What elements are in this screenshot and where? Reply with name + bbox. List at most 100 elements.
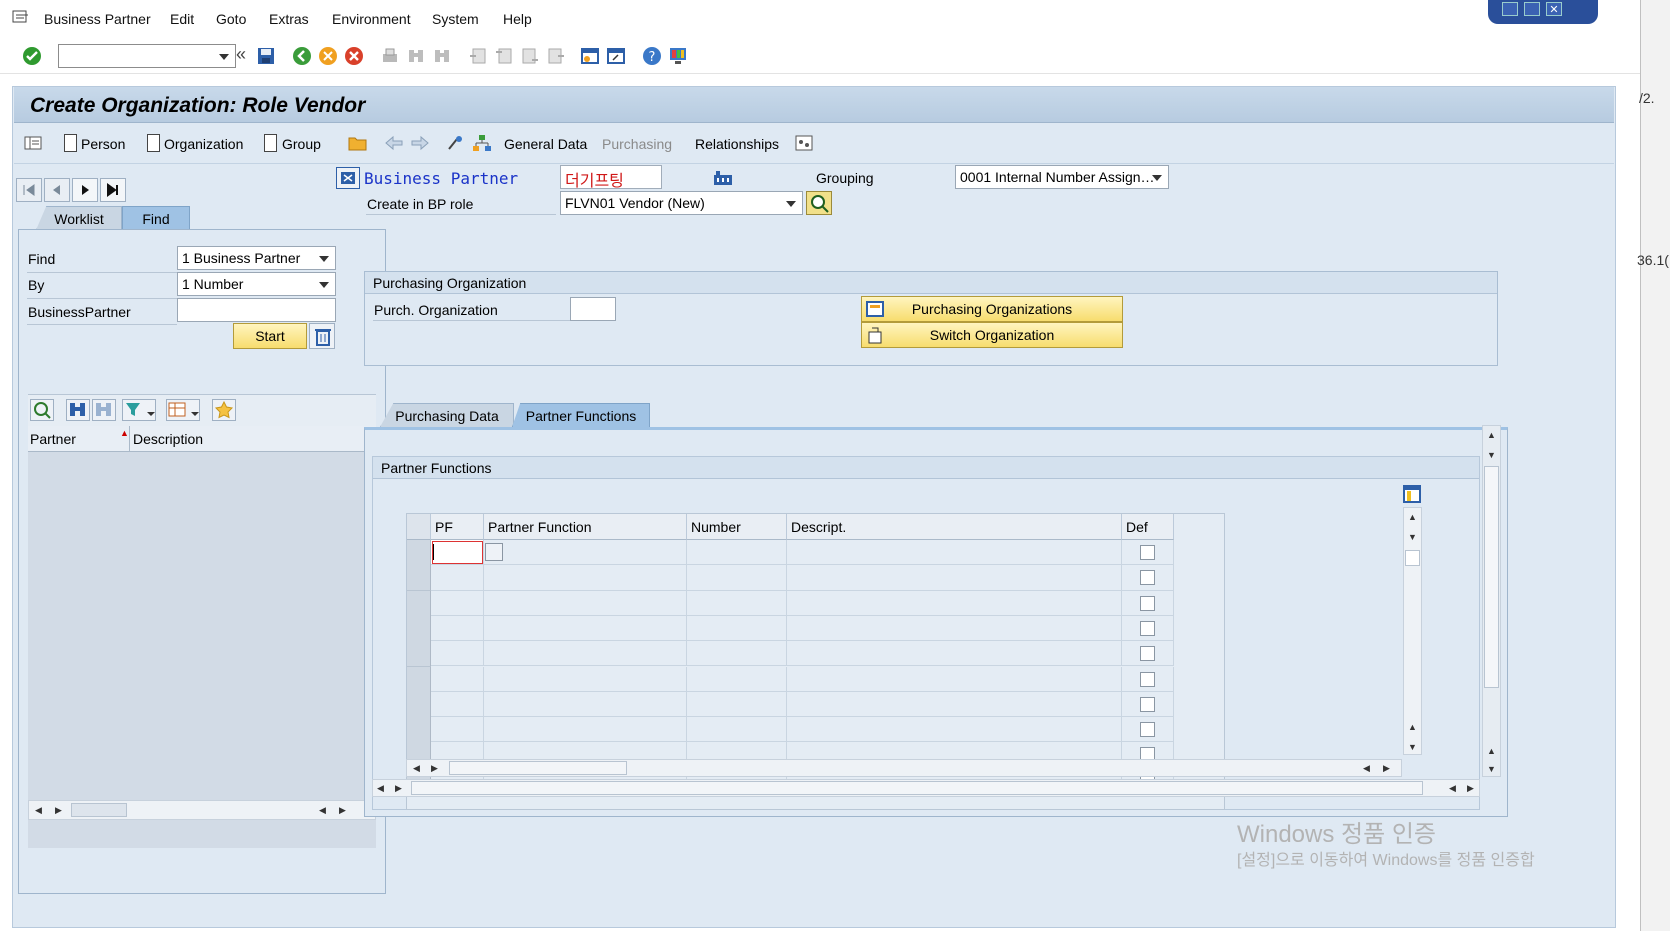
scroll-thumb[interactable]	[449, 761, 627, 775]
create-organization-button[interactable]: Organization	[164, 136, 243, 152]
exit-icon[interactable]	[318, 46, 338, 66]
start-button[interactable]: Start	[233, 323, 307, 349]
bp-role-dropdown[interactable]: FLVN01 Vendor (New)	[560, 191, 803, 215]
number-cell[interactable]	[687, 590, 787, 616]
row-selector[interactable]	[407, 540, 431, 566]
create-person-button[interactable]: Person	[81, 136, 125, 152]
description-cell[interactable]	[787, 590, 1122, 616]
menu-extras[interactable]: Extras	[269, 11, 309, 27]
default-checkbox[interactable]	[1140, 620, 1155, 636]
tab-find[interactable]: Find	[122, 206, 190, 230]
scroll-thumb[interactable]	[411, 781, 1423, 795]
relationships-button[interactable]: Relationships	[695, 136, 779, 152]
column-partner[interactable]: Partner	[30, 431, 76, 447]
default-checkbox[interactable]	[1140, 595, 1155, 611]
scroll-thumb[interactable]	[71, 803, 127, 817]
menu-system[interactable]: System	[432, 11, 479, 27]
description-cell[interactable]	[787, 641, 1122, 667]
column-default[interactable]: Def	[1122, 514, 1174, 540]
tab-worklist[interactable]: Worklist	[36, 206, 122, 230]
pf-cell[interactable]	[431, 641, 484, 667]
previous-item-button[interactable]	[44, 178, 70, 202]
default-cell[interactable]	[1122, 590, 1174, 616]
description-cell[interactable]	[787, 717, 1122, 743]
tab-hscrollbar[interactable]: ◀ ▶ ◀ ▶	[372, 779, 1480, 797]
column-description[interactable]: Descript.	[787, 514, 1122, 540]
description-cell[interactable]	[787, 615, 1122, 642]
layout-icon[interactable]	[166, 399, 200, 421]
locator-toggle-icon[interactable]	[24, 136, 42, 150]
partner-function-cell[interactable]	[484, 615, 687, 642]
hierarchy-icon[interactable]	[472, 134, 492, 152]
default-cell[interactable]	[1122, 615, 1174, 642]
select-all-cell[interactable]	[407, 514, 431, 540]
business-partner-input[interactable]	[177, 298, 336, 322]
column-number[interactable]: Number	[687, 514, 787, 540]
description-cell[interactable]	[787, 666, 1122, 692]
pf-cell[interactable]	[431, 615, 484, 642]
customize-layout-icon[interactable]	[668, 46, 688, 66]
tab-partner-functions[interactable]: Partner Functions	[512, 403, 650, 427]
previous-arrow-icon[interactable]	[384, 135, 404, 151]
find-next-list-icon[interactable]	[92, 399, 116, 421]
column-configuration-icon[interactable]	[1403, 485, 1421, 503]
default-cell[interactable]	[1122, 666, 1174, 692]
table-hscrollbar[interactable]: ◀ ▶ ◀ ▶	[406, 759, 1402, 777]
row-selector[interactable]	[407, 565, 431, 592]
default-checkbox[interactable]	[1140, 722, 1155, 738]
first-item-button[interactable]	[16, 178, 42, 202]
partner-function-cell[interactable]	[484, 691, 687, 718]
row-selector[interactable]	[407, 666, 431, 693]
general-data-button[interactable]: General Data	[504, 136, 587, 152]
bp-display-icon[interactable]	[336, 167, 360, 189]
collapse-command-icon[interactable]: «	[236, 44, 246, 65]
partner-function-cell[interactable]	[484, 717, 687, 743]
tab-purchasing-data[interactable]: Purchasing Data	[380, 403, 514, 427]
pf-cell[interactable]	[431, 691, 484, 718]
pf-cell[interactable]	[431, 565, 484, 591]
tab-vscrollbar[interactable]: ▲ ▼ ▲ ▼	[1482, 425, 1501, 777]
default-checkbox[interactable]	[1140, 646, 1155, 662]
filter-icon[interactable]	[122, 399, 156, 421]
table-vscrollbar[interactable]: ▲ ▼ ▲ ▼	[1403, 507, 1422, 755]
minimize-icon[interactable]	[1502, 2, 1518, 16]
menu-environment[interactable]: Environment	[332, 11, 411, 27]
system-menu-icon[interactable]	[12, 9, 30, 25]
menu-goto[interactable]: Goto	[216, 11, 246, 27]
next-item-button[interactable]	[72, 178, 98, 202]
description-cell[interactable]	[787, 691, 1122, 718]
find-list-icon[interactable]	[66, 399, 90, 421]
row-selector[interactable]	[407, 641, 431, 668]
column-pf[interactable]: PF	[431, 514, 484, 540]
row-selector[interactable]	[407, 691, 431, 718]
default-checkbox[interactable]	[1140, 671, 1155, 687]
change-role-icon[interactable]	[806, 191, 832, 215]
details-icon[interactable]	[30, 399, 54, 421]
result-list-hscrollbar[interactable]: ◀ ▶ ◀ ▶	[28, 800, 376, 820]
create-group-button[interactable]: Group	[282, 136, 321, 152]
save-icon[interactable]	[256, 46, 276, 66]
help-icon[interactable]: ?	[642, 46, 662, 66]
purch-org-input[interactable]	[570, 297, 616, 321]
default-cell[interactable]	[1122, 540, 1174, 566]
open-folder-icon[interactable]	[348, 134, 368, 152]
partner-function-cell[interactable]	[484, 540, 687, 566]
pf-cell[interactable]	[431, 590, 484, 616]
scroll-thumb[interactable]	[1405, 550, 1420, 566]
next-arrow-icon[interactable]	[410, 135, 430, 151]
clear-trash-icon[interactable]	[309, 323, 335, 349]
partner-function-cell[interactable]	[484, 666, 687, 692]
column-description[interactable]: Description	[133, 431, 203, 447]
enter-check-icon[interactable]	[22, 46, 42, 66]
default-cell[interactable]	[1122, 717, 1174, 743]
default-cell[interactable]	[1122, 565, 1174, 591]
menu-business-partner[interactable]: Business Partner	[44, 11, 151, 27]
number-cell[interactable]	[687, 565, 787, 591]
purchasing-organizations-button[interactable]: Purchasing Organizations	[861, 296, 1123, 322]
grouping-dropdown[interactable]: 0001 Internal Number Assign…	[955, 165, 1169, 189]
pf-cell[interactable]	[431, 717, 484, 743]
number-cell[interactable]	[687, 691, 787, 718]
partner-function-cell[interactable]	[484, 565, 687, 591]
pf-cell[interactable]	[431, 666, 484, 692]
menu-edit[interactable]: Edit	[170, 11, 194, 27]
